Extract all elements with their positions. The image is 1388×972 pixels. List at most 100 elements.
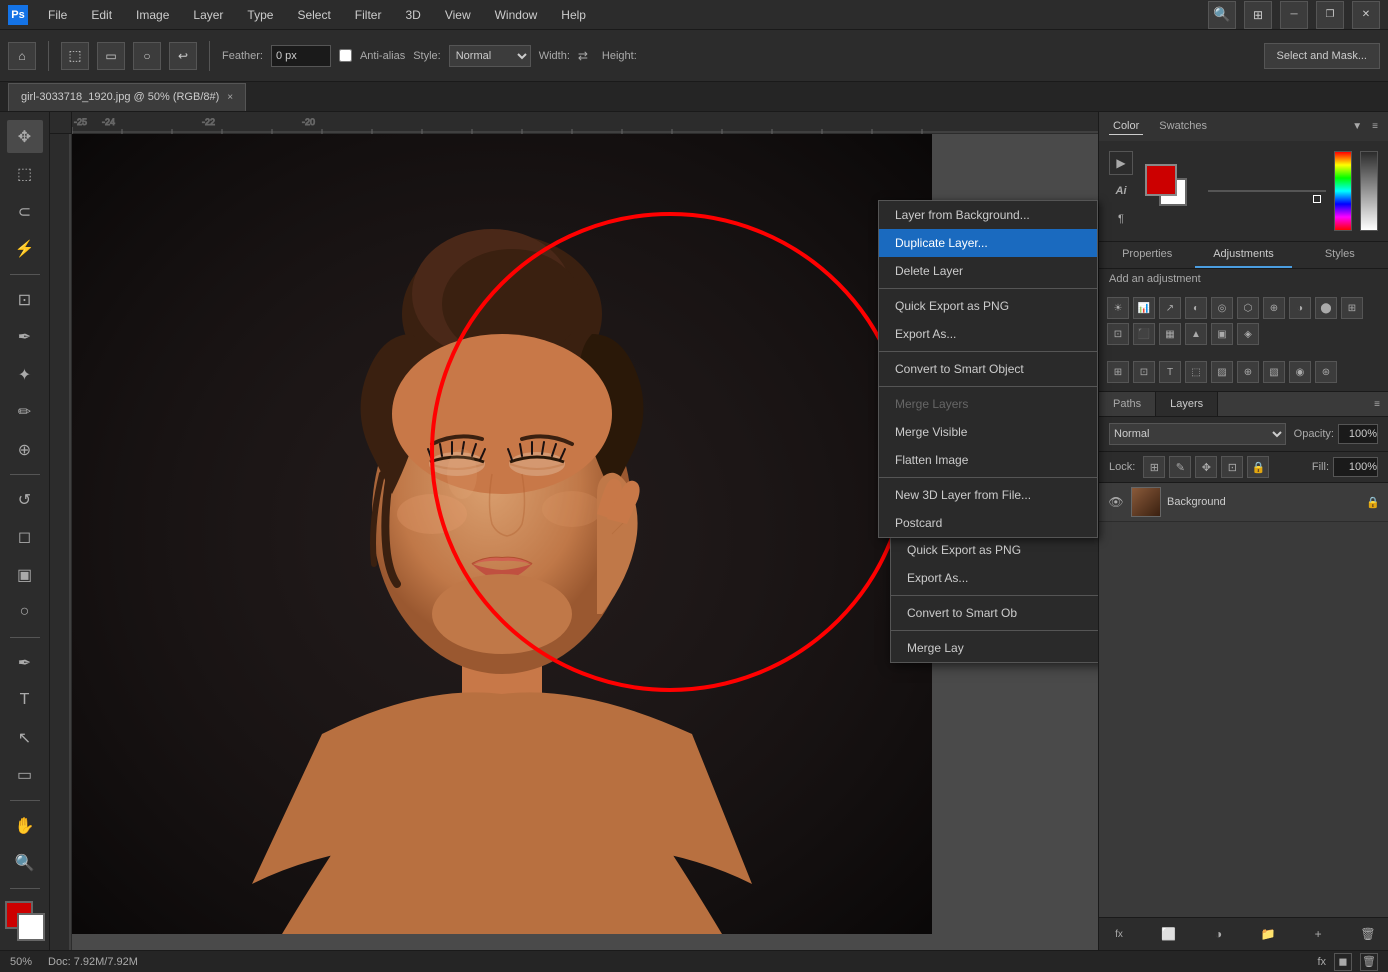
file-tab[interactable]: girl-3033718_1920.jpg @ 50% (RGB/8#) × bbox=[8, 83, 246, 111]
tab-styles[interactable]: Styles bbox=[1292, 242, 1388, 268]
layers-panel-menu[interactable]: ≡ bbox=[1374, 399, 1380, 410]
tab-paths[interactable]: Paths bbox=[1099, 392, 1156, 416]
adj-r7[interactable]: ▧ bbox=[1263, 361, 1285, 383]
window-controls-restore[interactable]: ❐ bbox=[1316, 1, 1344, 29]
tab-adjustments[interactable]: Adjustments bbox=[1195, 242, 1291, 268]
lock-artboard-btn2[interactable]: ✥ bbox=[1195, 456, 1217, 478]
layer-mask-btn[interactable]: ⬜ bbox=[1159, 924, 1179, 944]
tab-swatches[interactable]: Swatches bbox=[1155, 118, 1211, 135]
ctx-quick-export[interactable]: Quick Export as PNG bbox=[891, 536, 1098, 564]
style-select[interactable]: Normal Fixed Ratio Fixed Size bbox=[449, 45, 531, 67]
eraser-tool[interactable]: ◻ bbox=[7, 521, 43, 554]
menu-type[interactable]: Type bbox=[243, 6, 277, 24]
color-panel-collapse[interactable]: ▼ bbox=[1352, 121, 1362, 132]
layer-visibility-toggle[interactable]: 👁 bbox=[1107, 493, 1125, 511]
adj-vibrance[interactable]: ◎ bbox=[1211, 297, 1233, 319]
lock-position-btn2[interactable]: ⊡ bbox=[1221, 456, 1243, 478]
menu-view[interactable]: View bbox=[441, 6, 475, 24]
pen-tool[interactable]: ✒ bbox=[7, 646, 43, 679]
tab-color[interactable]: Color bbox=[1109, 118, 1143, 135]
zoom-tool[interactable]: 🔍 bbox=[7, 846, 43, 879]
ctx-merge-layers[interactable]: Merge Lay bbox=[891, 634, 1098, 662]
home-btn[interactable]: ⌂ bbox=[8, 42, 36, 70]
bg-color-swatch[interactable] bbox=[17, 913, 45, 941]
adj-r5[interactable]: ▨ bbox=[1211, 361, 1233, 383]
color-panel-menu[interactable]: ≡ bbox=[1372, 121, 1378, 132]
dodge-tool[interactable]: ○ bbox=[7, 596, 43, 629]
heal-tool[interactable]: ✦ bbox=[7, 358, 43, 391]
layer-row-background[interactable]: 👁 Background 🔒 bbox=[1099, 483, 1388, 522]
menu-window[interactable]: Window bbox=[491, 6, 542, 24]
ctx-small-quick-export[interactable]: Quick Export as PNG bbox=[879, 292, 1097, 320]
tab-properties[interactable]: Properties bbox=[1099, 242, 1195, 268]
brush-tool[interactable]: ✏ bbox=[7, 395, 43, 428]
color-panel-header[interactable]: Color Swatches ▼ ≡ bbox=[1099, 112, 1388, 141]
menu-filter[interactable]: Filter bbox=[351, 6, 386, 24]
ctx-small-convert-smart[interactable]: Convert to Smart Object bbox=[879, 355, 1097, 383]
window-controls-minimize[interactable]: ─ bbox=[1280, 1, 1308, 29]
adj-gradientmap[interactable]: ▣ bbox=[1211, 323, 1233, 345]
ctx-small-layer-from-bg[interactable]: Layer from Background... bbox=[879, 201, 1097, 229]
adj-bw[interactable]: ◑ bbox=[1289, 297, 1311, 319]
adj-r8[interactable]: ◉ bbox=[1289, 361, 1311, 383]
adj-hsl[interactable]: ⬡ bbox=[1237, 297, 1259, 319]
layer-fx-btn[interactable]: fx bbox=[1109, 924, 1129, 944]
adj-exposure[interactable]: ◐ bbox=[1185, 297, 1207, 319]
adj-curves[interactable]: ↗ bbox=[1159, 297, 1181, 319]
color-gradient[interactable] bbox=[1208, 190, 1326, 192]
crop-tool[interactable]: ⊡ bbox=[7, 283, 43, 316]
adj-r9[interactable]: ⊛ bbox=[1315, 361, 1337, 383]
color-alpha-slider[interactable] bbox=[1360, 151, 1378, 231]
path-select-tool[interactable]: ↖ bbox=[7, 721, 43, 754]
window-controls-close[interactable]: ✕ bbox=[1352, 1, 1380, 29]
select-mask-btn[interactable]: Select and Mask... bbox=[1264, 43, 1381, 69]
foreground-color[interactable] bbox=[1145, 164, 1177, 196]
lasso-tool[interactable]: ↩ bbox=[169, 42, 197, 70]
adj-invert[interactable]: ⬛ bbox=[1133, 323, 1155, 345]
menu-3d[interactable]: 3D bbox=[401, 6, 424, 24]
ctx-small-postcard[interactable]: Postcard bbox=[879, 509, 1097, 537]
layer-adj-btn[interactable]: ◑ bbox=[1209, 924, 1229, 944]
menu-file[interactable]: File bbox=[44, 6, 71, 24]
tab-close-btn[interactable]: × bbox=[227, 92, 233, 103]
feather-input[interactable] bbox=[271, 45, 331, 67]
color-selector[interactable] bbox=[5, 901, 45, 938]
adj-levels[interactable]: 📊 bbox=[1133, 297, 1155, 319]
layer-group-btn[interactable]: 📁 bbox=[1258, 924, 1278, 944]
adj-r3[interactable]: T bbox=[1159, 361, 1181, 383]
blend-mode-select[interactable]: Normal Multiply Screen bbox=[1109, 423, 1286, 445]
move-tool[interactable]: ✥ bbox=[7, 120, 43, 153]
shape-tool[interactable]: ▭ bbox=[7, 759, 43, 792]
adj-photofilter[interactable]: ⬤ bbox=[1315, 297, 1337, 319]
gradient-tool[interactable]: ▣ bbox=[7, 558, 43, 591]
menu-select[interactable]: Select bbox=[293, 6, 334, 24]
lock-image-btn[interactable]: ✎ bbox=[1169, 456, 1191, 478]
adj-threshold[interactable]: ▲ bbox=[1185, 323, 1207, 345]
swap-wh-icon[interactable]: ⇄ bbox=[578, 47, 594, 65]
menu-layer[interactable]: Layer bbox=[189, 6, 227, 24]
ctx-small-flatten[interactable]: Flatten Image bbox=[879, 446, 1097, 474]
adj-r2[interactable]: ⊡ bbox=[1133, 361, 1155, 383]
fill-input[interactable] bbox=[1333, 457, 1378, 477]
lock-transparent-btn[interactable]: ⊞ bbox=[1143, 456, 1165, 478]
statusbar-new-layer[interactable]: ◼ bbox=[1334, 953, 1352, 971]
ctx-small-merge-layers[interactable]: Merge Layers bbox=[879, 390, 1097, 418]
text-tool[interactable]: T bbox=[7, 684, 43, 717]
tab-layers[interactable]: Layers bbox=[1156, 392, 1218, 416]
adj-r6[interactable]: ⊕ bbox=[1237, 361, 1259, 383]
statusbar-delete-layer[interactable]: 🗑 bbox=[1360, 953, 1378, 971]
eyedropper-tool[interactable]: ✒ bbox=[7, 320, 43, 353]
menu-image[interactable]: Image bbox=[132, 6, 173, 24]
ctx-small-export-as[interactable]: Export As... bbox=[879, 320, 1097, 348]
marquee-tool[interactable]: ⬚ bbox=[61, 42, 89, 70]
menu-help[interactable]: Help bbox=[557, 6, 590, 24]
opacity-input[interactable] bbox=[1338, 424, 1378, 444]
menu-edit[interactable]: Edit bbox=[87, 6, 116, 24]
ctx-export-as[interactable]: Export As... bbox=[891, 564, 1098, 592]
ctx-small-duplicate[interactable]: Duplicate Layer... bbox=[879, 229, 1097, 257]
adj-r1[interactable]: ⊞ bbox=[1107, 361, 1129, 383]
adj-selectivecolor[interactable]: ◈ bbox=[1237, 323, 1259, 345]
adj-channelmixer[interactable]: ⊞ bbox=[1341, 297, 1363, 319]
magic-wand-tool[interactable]: ⚡ bbox=[7, 232, 43, 265]
selection-tool[interactable]: ⬚ bbox=[7, 157, 43, 190]
